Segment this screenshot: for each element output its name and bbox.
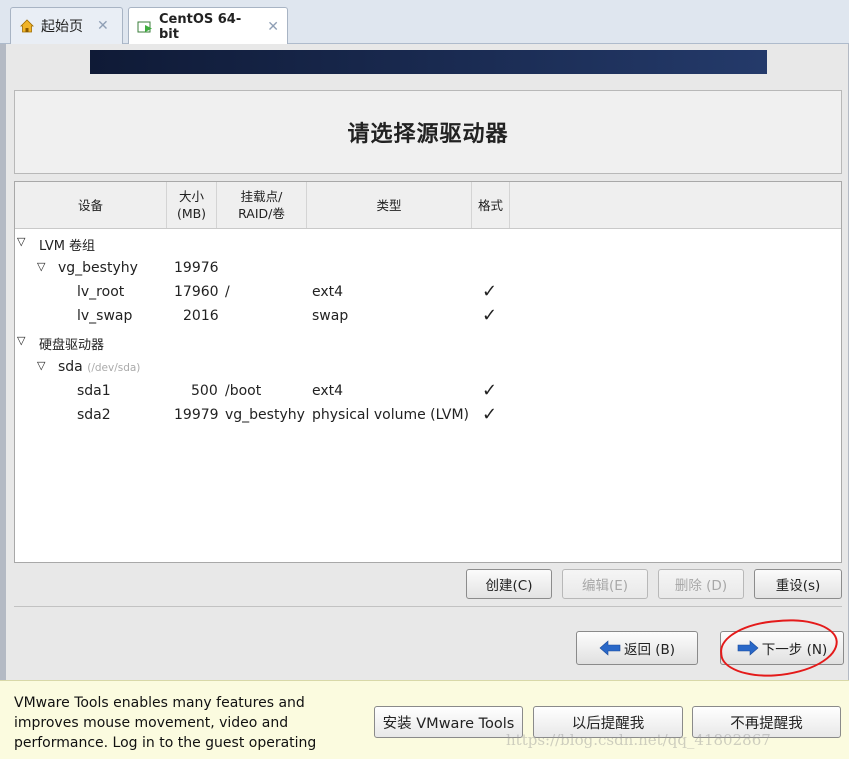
table-row[interactable]: lv_swap 2016 swap ✓	[15, 305, 841, 329]
expander-triangle-icon[interactable]: ▽	[17, 334, 25, 347]
tab-bar: 起始页 ✕ CentOS 64-bit ✕	[0, 0, 849, 45]
column-header-size[interactable]: 大小 (MB)	[167, 182, 217, 228]
row-type: physical volume (LVM)	[312, 407, 470, 423]
row-mount: /	[225, 284, 230, 300]
page-title: 请选择源驱动器	[347, 122, 509, 147]
column-header-device[interactable]: 设备	[15, 182, 167, 228]
create-button[interactable]: 创建(C)	[466, 569, 552, 599]
column-header-type[interactable]: 类型	[307, 182, 472, 228]
drive-table[interactable]: 设备 大小 (MB) 挂载点/RAID/卷 类型 格式 ▽ LVM 卷组 ▽ vg…	[14, 181, 842, 563]
row-size: 2016	[183, 308, 219, 324]
row-mount: vg_bestyhy	[225, 407, 305, 423]
row-size: 17960	[174, 284, 219, 300]
tab-centos-label: CentOS 64-bit	[159, 11, 242, 42]
tab-centos[interactable]: CentOS 64-bit ✕	[128, 7, 288, 45]
table-row[interactable]: ▽ vg_bestyhy 19976	[15, 257, 841, 281]
row-type: swap	[312, 308, 349, 324]
next-button-label: 下一步 (N)	[761, 642, 828, 658]
watermark: https://blog.csdn.net/qq_41802867	[506, 731, 771, 749]
row-device: LVM 卷组	[39, 239, 96, 254]
table-header: 设备 大小 (MB) 挂载点/RAID/卷 类型 格式	[15, 182, 841, 229]
row-type: ext4	[312, 284, 344, 300]
row-device: sda	[58, 359, 83, 375]
column-header-format[interactable]: 格式	[472, 182, 510, 228]
next-button[interactable]: 下一步 (N)	[720, 631, 844, 665]
table-row[interactable]: lv_root 17960 / ext4 ✓	[15, 281, 841, 305]
notice-message: VMware Tools enables many features and i…	[14, 695, 317, 751]
tab-home[interactable]: 起始页 ✕	[10, 7, 123, 44]
arrow-right-icon	[737, 640, 759, 656]
table-row[interactable]: ▽ 硬盘驱动器	[15, 331, 841, 355]
delete-button[interactable]: 删除 (D)	[658, 569, 744, 599]
tab-home-label: 起始页	[41, 19, 83, 35]
close-icon[interactable]: ✕	[267, 19, 279, 35]
row-size: 19979	[174, 407, 219, 423]
column-header-mount[interactable]: 挂载点/RAID/卷	[217, 182, 307, 228]
row-device: lv_root	[77, 284, 125, 300]
table-row[interactable]: sda2 19979 vg_bestyhy physical volume (L…	[15, 404, 841, 428]
table-row[interactable]: sda1 500 /boot ext4 ✓	[15, 380, 841, 404]
vm-display[interactable]: 请选择源驱动器 设备 大小 (MB) 挂载点/RAID/卷 类型 格式 ▽ LVM…	[0, 44, 849, 681]
back-button[interactable]: 返回 (B)	[576, 631, 698, 665]
table-row[interactable]: ▽ sda (/dev/sda)	[15, 356, 841, 380]
row-mount: /boot	[225, 383, 262, 399]
row-device: sda1	[77, 383, 111, 399]
install-vmware-tools-button[interactable]: 安装 VMware Tools	[374, 706, 523, 738]
edit-button[interactable]: 编辑(E)	[562, 569, 648, 599]
table-row[interactable]: ▽ LVM 卷组	[15, 232, 841, 256]
installer-banner	[90, 50, 767, 74]
format-check-icon[interactable]: ✓	[482, 305, 497, 326]
separator	[14, 606, 842, 607]
format-check-icon[interactable]: ✓	[482, 404, 497, 425]
row-size: 500	[191, 383, 218, 399]
row-size: 19976	[174, 260, 219, 276]
row-device: vg_bestyhy	[58, 260, 138, 276]
device-path: (/dev/sda)	[87, 362, 141, 374]
arrow-left-icon	[599, 640, 621, 656]
expander-triangle-icon[interactable]: ▽	[37, 260, 45, 273]
reset-button[interactable]: 重设(s)	[754, 569, 842, 599]
title-box: 请选择源驱动器	[14, 90, 842, 174]
vmware-tools-notice: VMware Tools enables many features and i…	[0, 680, 849, 759]
row-device: sda2	[77, 407, 111, 423]
home-icon	[19, 18, 35, 34]
expander-triangle-icon[interactable]: ▽	[37, 359, 45, 372]
vm-icon	[137, 19, 153, 35]
back-button-label: 返回 (B)	[623, 642, 676, 658]
format-check-icon[interactable]: ✓	[482, 380, 497, 401]
expander-triangle-icon[interactable]: ▽	[17, 235, 25, 248]
row-device: lv_swap	[77, 308, 133, 324]
close-icon[interactable]: ✕	[97, 18, 109, 34]
row-type: ext4	[312, 383, 344, 399]
row-device: 硬盘驱动器	[39, 338, 105, 353]
format-check-icon[interactable]: ✓	[482, 281, 497, 302]
